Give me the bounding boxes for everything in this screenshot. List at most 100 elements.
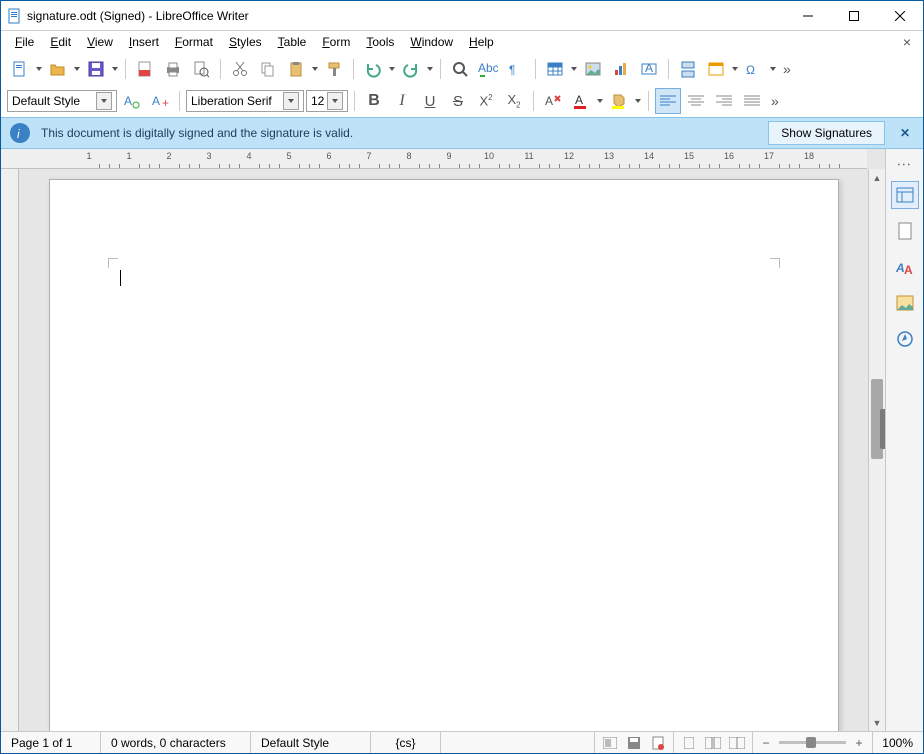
insert-textbox-icon[interactable]: A bbox=[636, 56, 662, 82]
menu-insert[interactable]: Insert bbox=[121, 33, 167, 51]
insert-special-char-icon[interactable]: Ω bbox=[741, 56, 767, 82]
insert-image-icon[interactable] bbox=[580, 56, 606, 82]
undo-icon[interactable] bbox=[360, 56, 386, 82]
menu-help[interactable]: Help bbox=[461, 33, 502, 51]
print-preview-icon[interactable] bbox=[188, 56, 214, 82]
vertical-ruler[interactable] bbox=[1, 169, 19, 731]
spellcheck-icon[interactable]: Abc bbox=[475, 56, 501, 82]
clone-format-icon[interactable] bbox=[321, 56, 347, 82]
status-page[interactable]: Page 1 of 1 bbox=[1, 732, 101, 753]
paste-dropdown[interactable] bbox=[311, 56, 319, 82]
menu-format[interactable]: Format bbox=[167, 33, 221, 51]
align-right-icon[interactable] bbox=[711, 88, 737, 114]
chevron-down-icon[interactable] bbox=[283, 92, 299, 110]
menu-window[interactable]: Window bbox=[402, 33, 461, 51]
new-style-icon[interactable]: A+ bbox=[147, 88, 173, 114]
insert-field-icon[interactable] bbox=[703, 56, 729, 82]
new-icon[interactable] bbox=[7, 56, 33, 82]
subscript-icon[interactable]: X2 bbox=[501, 88, 527, 114]
sidebar-gallery-icon[interactable] bbox=[891, 289, 919, 317]
minimize-button[interactable] bbox=[785, 1, 831, 31]
menu-view[interactable]: View bbox=[79, 33, 121, 51]
new-dropdown[interactable] bbox=[35, 56, 43, 82]
export-pdf-icon[interactable] bbox=[132, 56, 158, 82]
document-viewport[interactable] bbox=[19, 169, 868, 731]
chevron-down-icon[interactable] bbox=[96, 92, 112, 110]
undo-dropdown[interactable] bbox=[388, 56, 396, 82]
status-wordcount[interactable]: 0 words, 0 characters bbox=[101, 732, 251, 753]
insert-page-break-icon[interactable] bbox=[675, 56, 701, 82]
sidebar-styles-icon[interactable]: AA bbox=[891, 253, 919, 281]
close-document-button[interactable]: × bbox=[897, 34, 917, 50]
font-color-dropdown[interactable] bbox=[596, 88, 604, 114]
align-justify-icon[interactable] bbox=[739, 88, 765, 114]
redo-icon[interactable] bbox=[398, 56, 424, 82]
menu-file[interactable]: File bbox=[7, 33, 42, 51]
font-size-combo[interactable]: 12 bbox=[306, 90, 348, 112]
vertical-scrollbar[interactable]: ▲ ▼ bbox=[868, 169, 885, 731]
menu-table[interactable]: Table bbox=[270, 33, 315, 51]
formatting-marks-icon[interactable]: ¶ bbox=[503, 56, 529, 82]
menu-edit[interactable]: Edit bbox=[42, 33, 79, 51]
status-selection-mode-icon[interactable] bbox=[601, 735, 619, 751]
menu-form[interactable]: Form bbox=[314, 33, 358, 51]
close-button[interactable] bbox=[877, 1, 923, 31]
update-style-icon[interactable]: A bbox=[119, 88, 145, 114]
special-dropdown[interactable] bbox=[769, 56, 777, 82]
print-icon[interactable] bbox=[160, 56, 186, 82]
save-dropdown[interactable] bbox=[111, 56, 119, 82]
zoom-in-icon[interactable]: + bbox=[852, 736, 866, 750]
insert-table-icon[interactable] bbox=[542, 56, 568, 82]
font-name-combo[interactable]: Liberation Serif bbox=[186, 90, 304, 112]
view-single-page-icon[interactable] bbox=[680, 735, 698, 751]
status-insert-mode[interactable] bbox=[441, 732, 595, 753]
sidebar-expand-handle[interactable] bbox=[880, 409, 885, 449]
redo-dropdown[interactable] bbox=[426, 56, 434, 82]
status-page-style[interactable]: Default Style bbox=[251, 732, 371, 753]
save-icon[interactable] bbox=[83, 56, 109, 82]
find-icon[interactable] bbox=[447, 56, 473, 82]
menu-styles[interactable]: Styles bbox=[221, 33, 270, 51]
scroll-up-icon[interactable]: ▲ bbox=[869, 169, 885, 186]
zoom-out-icon[interactable]: − bbox=[759, 736, 773, 750]
paste-icon[interactable] bbox=[283, 56, 309, 82]
highlight-dropdown[interactable] bbox=[634, 88, 642, 114]
paragraph-style-combo[interactable]: Default Style bbox=[7, 90, 117, 112]
cut-icon[interactable] bbox=[227, 56, 253, 82]
status-signature-icon[interactable] bbox=[649, 735, 667, 751]
zoom-slider[interactable]: − + bbox=[753, 732, 873, 753]
maximize-button[interactable] bbox=[831, 1, 877, 31]
table-dropdown[interactable] bbox=[570, 56, 578, 82]
underline-icon[interactable]: U bbox=[417, 88, 443, 114]
toolbar-overflow-icon[interactable]: » bbox=[779, 61, 795, 77]
superscript-icon[interactable]: X2 bbox=[473, 88, 499, 114]
view-book-icon[interactable] bbox=[728, 735, 746, 751]
status-save-icon[interactable] bbox=[625, 735, 643, 751]
scroll-down-icon[interactable]: ▼ bbox=[869, 714, 885, 731]
clear-format-icon[interactable]: A bbox=[540, 88, 566, 114]
status-zoom-value[interactable]: 100% bbox=[873, 732, 923, 753]
highlight-icon[interactable] bbox=[606, 88, 632, 114]
align-center-icon[interactable] bbox=[683, 88, 709, 114]
toolbar-overflow-icon[interactable]: » bbox=[767, 93, 783, 109]
bold-icon[interactable]: B bbox=[361, 88, 387, 114]
copy-icon[interactable] bbox=[255, 56, 281, 82]
insert-chart-icon[interactable] bbox=[608, 56, 634, 82]
sidebar-page-icon[interactable] bbox=[891, 217, 919, 245]
menu-tools[interactable]: Tools bbox=[358, 33, 402, 51]
sidebar-properties-icon[interactable] bbox=[891, 181, 919, 209]
status-language[interactable]: {cs} bbox=[371, 732, 441, 753]
document-page[interactable] bbox=[49, 179, 839, 731]
sidebar-navigator-icon[interactable] bbox=[891, 325, 919, 353]
sidebar-menu-icon[interactable]: ⋮ bbox=[897, 158, 913, 173]
font-color-icon[interactable]: A bbox=[568, 88, 594, 114]
align-left-icon[interactable] bbox=[655, 88, 681, 114]
field-dropdown[interactable] bbox=[731, 56, 739, 82]
zoom-handle[interactable] bbox=[806, 737, 816, 748]
close-infobar-button[interactable]: ✕ bbox=[895, 123, 915, 143]
open-icon[interactable] bbox=[45, 56, 71, 82]
view-multi-page-icon[interactable] bbox=[704, 735, 722, 751]
italic-icon[interactable]: I bbox=[389, 88, 415, 114]
chevron-down-icon[interactable] bbox=[327, 92, 343, 110]
horizontal-ruler[interactable]: 1123456789101112131415161718 bbox=[19, 149, 867, 169]
